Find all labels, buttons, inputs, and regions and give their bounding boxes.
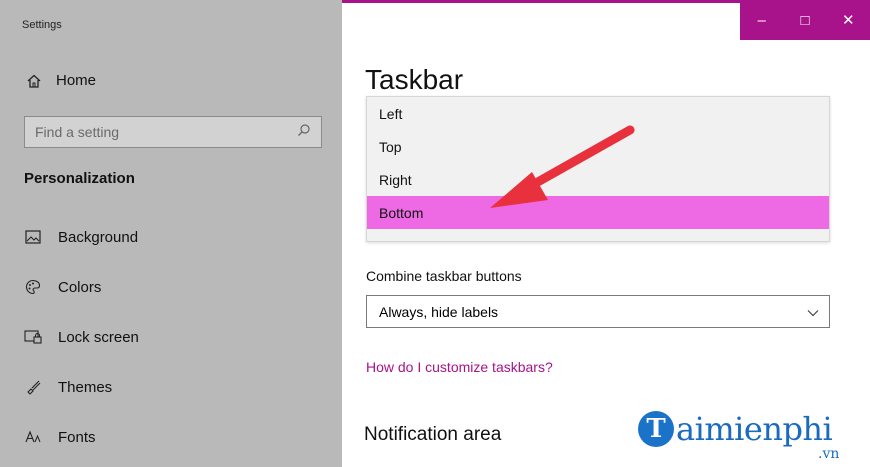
sidebar-item-lock-screen[interactable]: Lock screen	[24, 312, 324, 362]
minimize-button[interactable]: –	[740, 0, 783, 40]
sidebar-nav: Background Colors Lock screen Themes Fon…	[24, 212, 324, 462]
window-controls: – □ ✕	[740, 0, 870, 40]
sidebar-item-themes[interactable]: Themes	[24, 362, 324, 412]
maximize-button[interactable]: □	[783, 0, 826, 40]
sidebar-item-background[interactable]: Background	[24, 212, 324, 262]
sidebar-item-label: Lock screen	[58, 328, 139, 346]
palette-icon	[24, 278, 42, 296]
search-icon[interactable]	[297, 123, 311, 142]
watermark-logo-icon: T	[638, 411, 674, 447]
sidebar-home[interactable]: Home	[26, 72, 96, 89]
home-icon	[26, 73, 42, 89]
page-title: Taskbar	[365, 64, 464, 95]
watermark-suffix: .vn	[818, 446, 840, 462]
sidebar-item-colors[interactable]: Colors	[24, 262, 324, 312]
app-title: Settings	[22, 19, 62, 31]
brush-icon	[24, 378, 42, 396]
font-icon	[24, 428, 42, 446]
sidebar-item-label: Fonts	[58, 428, 96, 446]
notification-area-heading: Notification area	[364, 424, 502, 445]
sidebar-item-label: Themes	[58, 378, 113, 396]
sidebar-item-label: Colors	[58, 278, 102, 296]
search-box[interactable]	[24, 116, 322, 148]
picture-icon	[24, 228, 42, 246]
section-title: Personalization	[24, 170, 135, 187]
combine-taskbar-label: Combine taskbar buttons	[366, 268, 522, 284]
red-arrow-icon	[490, 125, 635, 208]
sidebar-home-label: Home	[56, 72, 97, 89]
sidebar-item-fonts[interactable]: Fonts	[24, 412, 324, 462]
watermark-logo: T aimienphi	[638, 410, 833, 448]
close-button[interactable]: ✕	[827, 0, 870, 40]
chevron-down-icon	[807, 304, 819, 320]
lock-screen-icon	[24, 328, 42, 346]
sidebar-item-label: Background	[58, 228, 139, 246]
combine-taskbar-select[interactable]: Always, hide labels	[366, 295, 830, 328]
search-input[interactable]	[35, 124, 275, 140]
sidebar: Settings Home Personalization Background…	[0, 0, 342, 467]
combine-taskbar-value: Always, hide labels	[379, 303, 499, 320]
watermark-brand: aimienphi	[676, 410, 833, 448]
customize-taskbars-link[interactable]: How do I customize taskbars?	[366, 359, 553, 375]
